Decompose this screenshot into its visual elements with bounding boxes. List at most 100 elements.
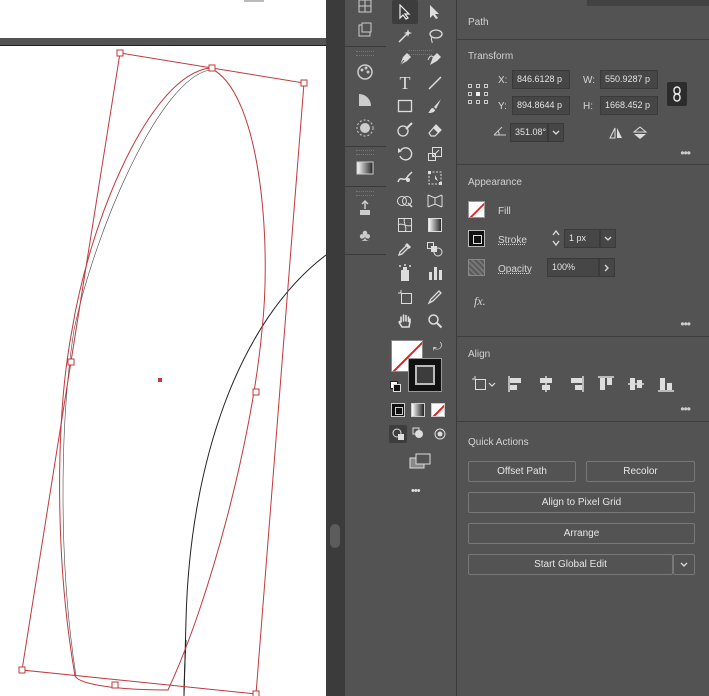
w-field[interactable]: 550.9287 p	[600, 70, 658, 89]
align-to-selection-dropdown[interactable]	[471, 374, 497, 394]
align-more-options-button[interactable]: •••	[680, 402, 691, 416]
align-horizontal-center-icon[interactable]	[537, 374, 555, 394]
rectangle-tool-icon[interactable]	[392, 94, 418, 118]
fill-color-swatch[interactable]	[468, 201, 485, 218]
collapsed-panel-dock: ♣	[344, 0, 387, 696]
align-bottom-icon[interactable]	[657, 374, 675, 394]
hand-tool-icon[interactable]	[392, 309, 418, 333]
center-point	[158, 378, 162, 382]
reference-point-icon[interactable]	[467, 83, 489, 105]
gradient-mode-icon[interactable]	[411, 403, 425, 417]
swatches-panel-icon[interactable]	[353, 116, 377, 140]
rotate-tool-icon[interactable]	[392, 142, 418, 166]
curvature-tool-icon[interactable]	[422, 48, 448, 72]
start-global-edit-button[interactable]: Start Global Edit	[468, 554, 673, 575]
align-to-pixel-grid-button[interactable]: Align to Pixel Grid	[468, 492, 695, 513]
appearance-section-title: Appearance	[468, 177, 522, 188]
scale-tool-icon[interactable]	[422, 142, 448, 166]
h-label: H:	[583, 101, 593, 112]
column-graph-tool-icon[interactable]	[422, 261, 448, 285]
scrollbar-thumb[interactable]	[330, 524, 340, 548]
opacity-chevron-right-icon[interactable]	[599, 258, 615, 277]
lasso-tool-icon[interactable]	[422, 24, 448, 48]
screen-mode-icon[interactable]	[408, 452, 432, 470]
shaper-tool-icon[interactable]	[392, 118, 418, 142]
eyedropper-tool-icon[interactable]	[392, 237, 418, 261]
none-mode-icon[interactable]	[431, 403, 445, 417]
gradient-panel-icon[interactable]	[353, 156, 377, 180]
appearance-more-options-button[interactable]: •••	[680, 317, 691, 331]
flip-horizontal-icon[interactable]	[608, 126, 624, 140]
mesh-tool-icon[interactable]	[392, 213, 418, 237]
gradient-tool-icon[interactable]	[422, 213, 448, 237]
stroke-weight-field[interactable]: 1 px	[564, 229, 600, 248]
asset-export-panel-icon[interactable]	[353, 196, 377, 220]
line-segment-tool-icon[interactable]	[422, 71, 448, 95]
stroke-color-swatch[interactable]	[468, 230, 485, 247]
global-edit-chevron-down-icon[interactable]	[673, 554, 695, 575]
align-top-icon[interactable]	[597, 374, 615, 394]
align-left-icon[interactable]	[507, 374, 525, 394]
h-field[interactable]: 1668.452 p	[600, 96, 658, 115]
symbols-panel-icon[interactable]: ♣	[353, 224, 377, 248]
stroke-swatch[interactable]	[408, 358, 442, 392]
eraser-tool-icon[interactable]	[422, 118, 448, 142]
angle-dropdown-chevron-down-icon[interactable]	[548, 123, 564, 142]
zoom-tool-icon[interactable]	[422, 309, 448, 333]
color-mode-icon[interactable]	[391, 403, 405, 417]
symbol-sprayer-tool-icon[interactable]	[392, 261, 418, 285]
recolor-button[interactable]: Recolor	[586, 461, 695, 482]
align-right-icon[interactable]	[567, 374, 585, 394]
opacity-label[interactable]: Opacity	[498, 264, 532, 275]
opacity-field[interactable]: 100%	[547, 258, 599, 277]
rotate-angle-icon	[492, 124, 508, 136]
opacity-checker-icon	[468, 259, 485, 276]
pen-tool-icon[interactable]	[392, 48, 418, 72]
direct-selection-tool-icon[interactable]	[422, 0, 448, 24]
offset-path-button[interactable]: Offset Path	[468, 461, 576, 482]
type-tool-icon[interactable]: T	[392, 71, 418, 95]
warp-tool-icon[interactable]	[392, 166, 418, 190]
y-field[interactable]: 894.8644 p	[512, 96, 570, 115]
effects-fx-button[interactable]: fx.	[474, 294, 486, 309]
handle-bottom-right	[252, 690, 260, 696]
artwork-layer[interactable]	[0, 0, 326, 696]
constrain-proportions-link-icon[interactable]	[667, 82, 687, 106]
shape-builder-tool-icon[interactable]	[392, 189, 418, 213]
align-vertical-center-icon[interactable]	[627, 374, 645, 394]
libraries-panel-icon[interactable]	[353, 18, 377, 42]
arrange-button[interactable]: Arrange	[468, 523, 695, 544]
free-transform-tool-icon[interactable]	[422, 166, 448, 190]
y-label: Y:	[498, 101, 507, 112]
stroke-weight-stepper[interactable]	[550, 228, 562, 248]
artboard-tool-icon[interactable]	[392, 285, 418, 309]
slice-tool-icon[interactable]	[422, 285, 448, 309]
color-panel-icon[interactable]	[353, 60, 377, 84]
draw-behind-icon[interactable]	[410, 425, 428, 443]
stroke-label[interactable]: Stroke	[498, 235, 527, 246]
swap-fill-stroke-icon[interactable]: ⤾	[433, 341, 442, 354]
draw-normal-icon[interactable]	[389, 425, 407, 443]
magic-wand-tool-icon[interactable]	[392, 24, 418, 48]
selection-tool-icon[interactable]	[392, 0, 418, 24]
artboards-panel-icon[interactable]	[353, 0, 377, 18]
draw-inside-icon[interactable]	[431, 425, 449, 443]
x-field[interactable]: 846.6128 p	[512, 70, 570, 89]
color-guide-panel-icon[interactable]	[353, 88, 377, 112]
perspective-grid-tool-icon[interactable]	[422, 189, 448, 213]
vertical-scrollbar[interactable]	[326, 0, 344, 696]
document-canvas[interactable]	[0, 0, 326, 696]
blend-tool-icon[interactable]	[422, 237, 448, 261]
toolbar: T ⤾ •••	[386, 0, 457, 696]
properties-tab[interactable]	[457, 0, 587, 6]
w-label: W:	[583, 75, 596, 86]
edit-toolbar-button[interactable]: •••	[411, 485, 421, 497]
selection-type-label: Path	[468, 17, 489, 28]
stroke-weight-chevron-down-icon[interactable]	[600, 229, 616, 248]
fill-label: Fill	[498, 206, 511, 217]
transform-more-options-button[interactable]: •••	[680, 146, 691, 160]
rotate-angle-field[interactable]: 351.08°	[510, 123, 548, 142]
default-colors-icon[interactable]	[390, 381, 401, 392]
paintbrush-tool-icon[interactable]	[422, 94, 448, 118]
flip-vertical-icon[interactable]	[632, 126, 648, 140]
